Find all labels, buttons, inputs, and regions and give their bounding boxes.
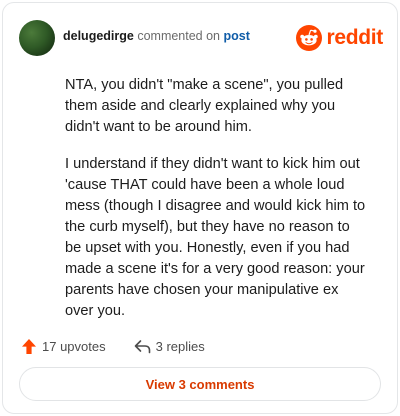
username[interactable]: delugedirge bbox=[63, 29, 134, 43]
post-link[interactable]: post bbox=[224, 29, 250, 43]
reply-arrow-icon bbox=[134, 339, 150, 353]
replies-button[interactable]: 3 replies bbox=[134, 339, 205, 354]
upvote-button[interactable]: 17 upvotes bbox=[21, 338, 106, 355]
comment-paragraph: I understand if they didn't want to kick… bbox=[65, 156, 366, 319]
upvote-count: 17 upvotes bbox=[42, 338, 106, 354]
view-comments-button[interactable]: View 3 comments bbox=[19, 367, 381, 401]
comment-meta: delugedirge commented on post bbox=[63, 29, 250, 43]
replies-count: 3 replies bbox=[155, 338, 205, 354]
reddit-logo-icon bbox=[296, 25, 323, 51]
comment-header: delugedirge commented on post reddit bbox=[19, 19, 383, 59]
upvote-arrow-icon bbox=[22, 338, 36, 354]
reddit-wordmark: reddit bbox=[326, 26, 383, 49]
comment-paragraph: NTA, you didn't "make a scene", you pull… bbox=[65, 77, 344, 135]
user-avatar[interactable] bbox=[19, 20, 55, 56]
comment-footer: 17 upvotes 3 replies bbox=[21, 335, 205, 357]
comment-body: NTA, you didn't "make a scene", you pull… bbox=[65, 75, 369, 338]
comment-card: delugedirge commented on post reddit NTA… bbox=[2, 2, 398, 414]
reddit-brand[interactable]: reddit bbox=[296, 23, 383, 53]
comment-action: commented on bbox=[137, 29, 221, 43]
